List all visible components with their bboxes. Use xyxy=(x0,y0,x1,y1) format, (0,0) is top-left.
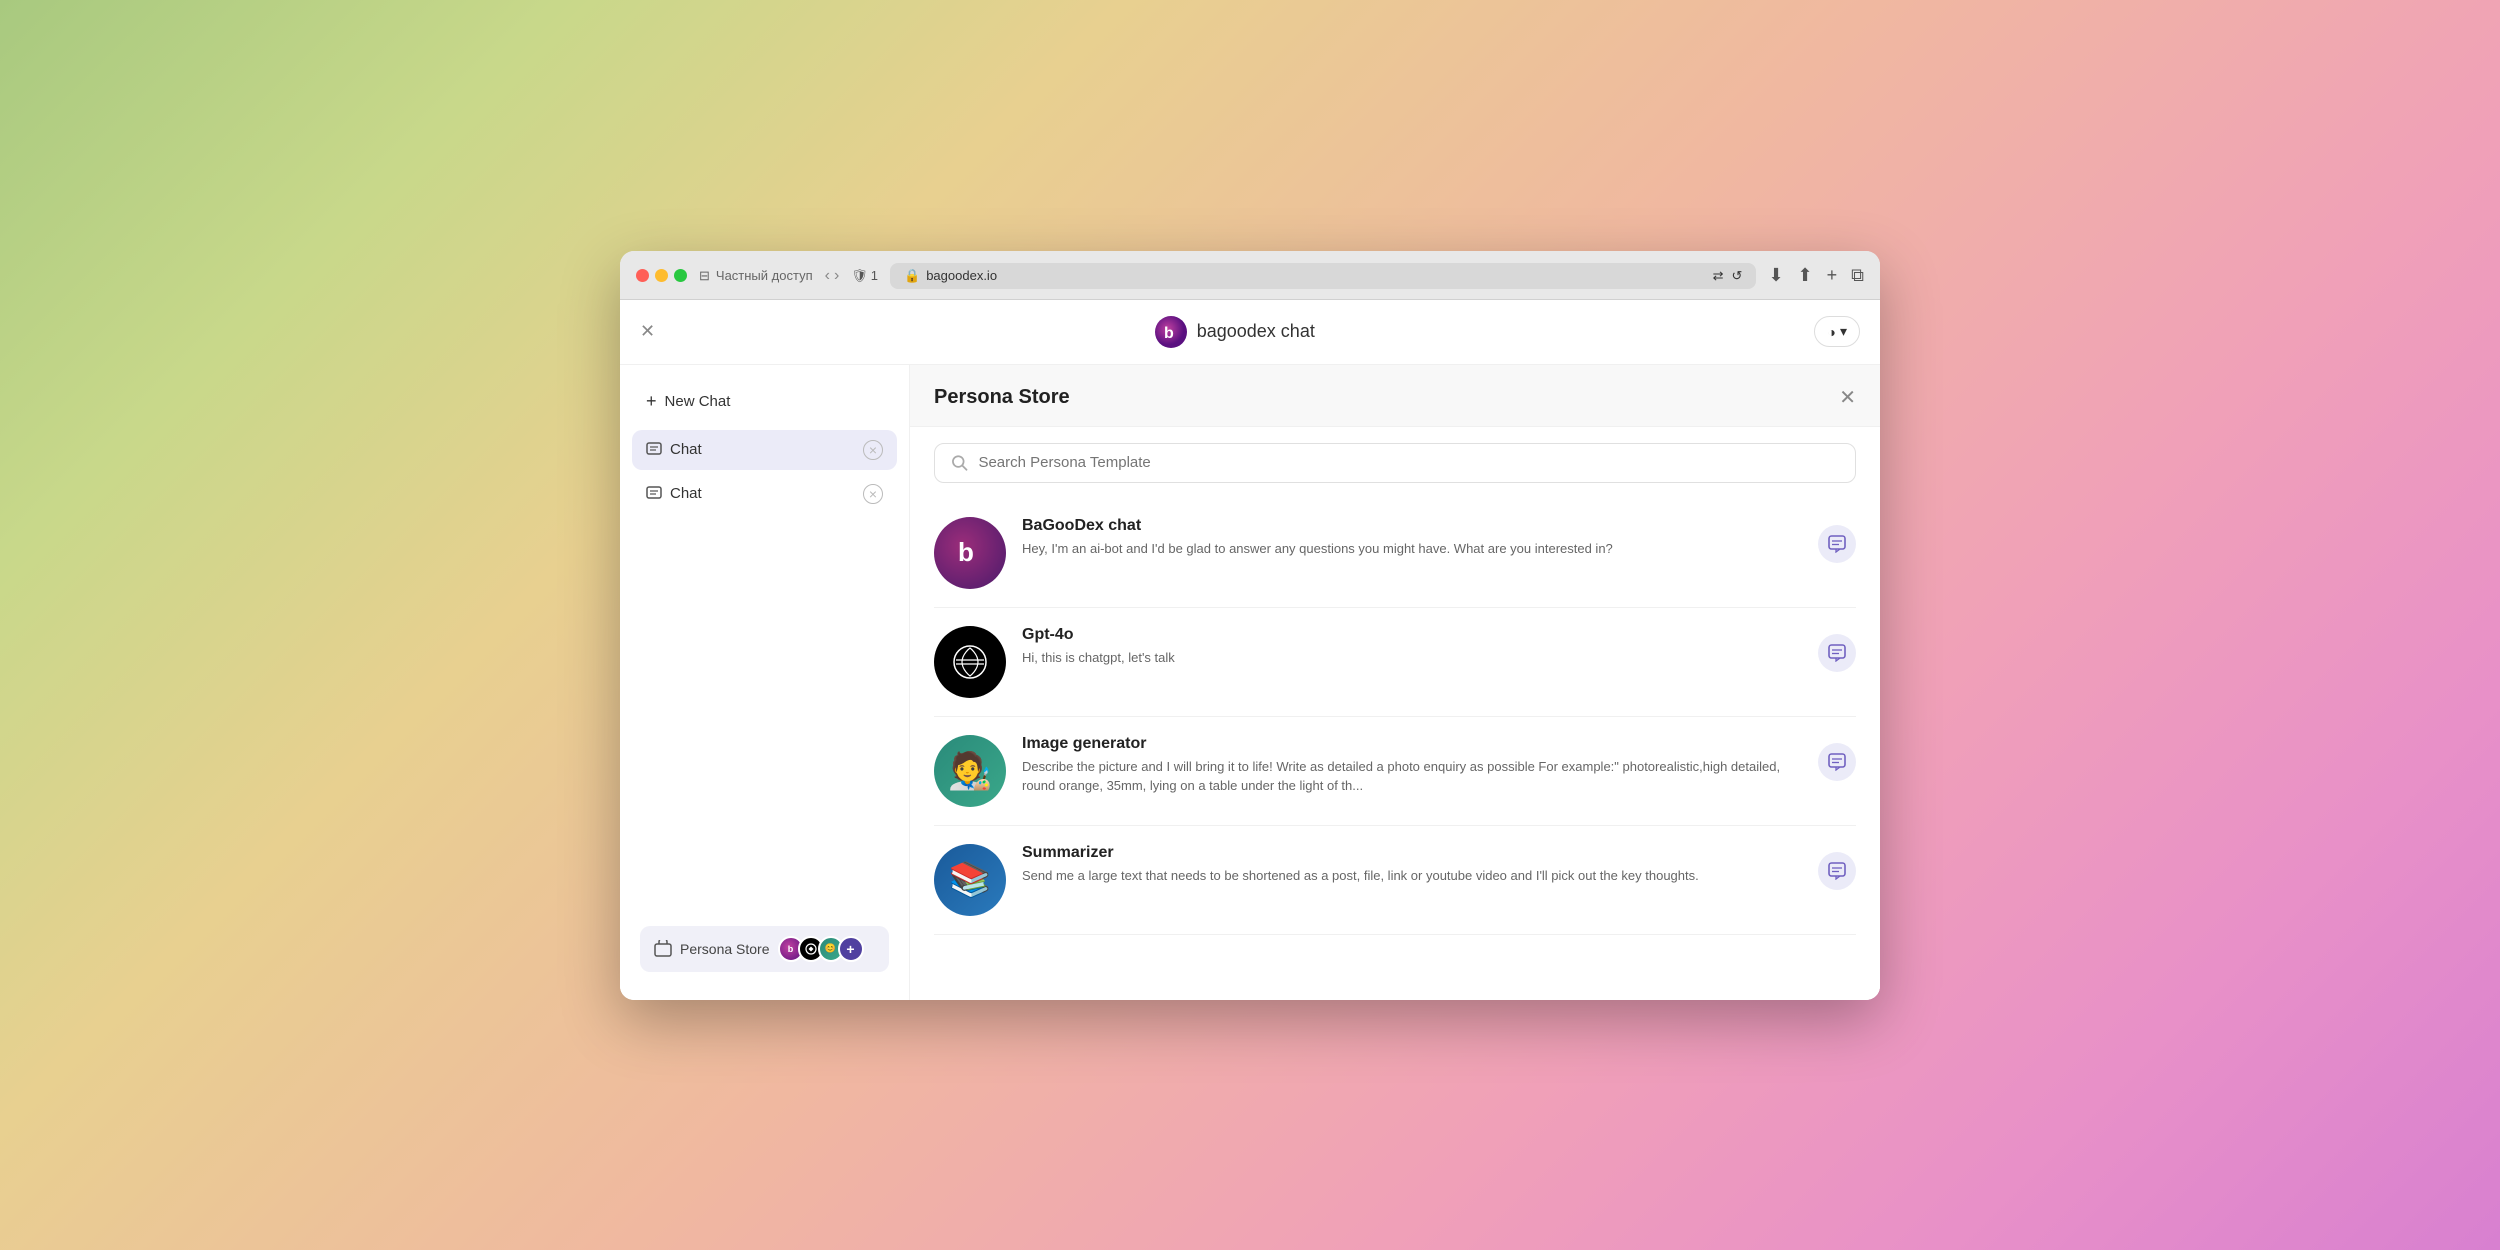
private-label: Частный доступ xyxy=(716,268,813,283)
share-icon[interactable]: ⬆ xyxy=(1798,265,1813,286)
svg-text:b: b xyxy=(958,537,974,567)
panel-header: Persona Store ✕ xyxy=(910,365,1880,427)
persona-avatar-plus[interactable]: + xyxy=(838,936,864,962)
persona-info-bagoodex: BaGooDex chat Hey, I'm an ai-bot and I'd… xyxy=(1022,517,1802,559)
translate-icon[interactable]: ⇄ xyxy=(1713,268,1724,284)
persona-info-gpt: Gpt-4o Hi, this is chatgpt, let's talk xyxy=(1022,626,1802,668)
browser-window: ⊟ Частный доступ ‹ › 🛡 1 🔒 bagoodex.io ⇄… xyxy=(620,251,1880,1000)
persona-start-chat-summarizer[interactable] xyxy=(1818,852,1856,890)
brand-logo-icon: b xyxy=(1155,316,1187,348)
shield-count: 1 xyxy=(871,268,878,283)
persona-desc-gpt: Hi, this is chatgpt, let's talk xyxy=(1022,648,1802,668)
browser-actions: ⬇ ⬆ + ⧉ xyxy=(1768,265,1864,286)
svg-text:b: b xyxy=(1164,325,1174,342)
fullscreen-traffic-light[interactable] xyxy=(674,269,687,282)
summarizer-avatar: 📚 xyxy=(934,844,1006,916)
search-icon xyxy=(951,454,968,472)
list-item: b BaGooDex chat Hey, I'm an ai-bot and I… xyxy=(934,499,1856,608)
persona-start-chat-imggen[interactable] xyxy=(1818,743,1856,781)
lock-icon: 🔒 xyxy=(904,268,920,284)
app-body: + New Chat Chat × xyxy=(620,365,1880,1000)
persona-info-imggen: Image generator Describe the picture and… xyxy=(1022,735,1802,796)
chat-item-left-1: Chat xyxy=(646,441,702,458)
persona-list: b BaGooDex chat Hey, I'm an ai-bot and I… xyxy=(910,499,1880,1000)
new-chat-label: New Chat xyxy=(665,393,731,410)
persona-store-icon xyxy=(654,940,672,958)
persona-store-label: Persona Store xyxy=(680,941,770,957)
chat-item-label-1: Chat xyxy=(670,441,702,458)
tabs-icon[interactable]: ⧉ xyxy=(1851,265,1864,286)
bagoodex-avatar: b xyxy=(934,517,1006,589)
chat-start-icon-summarizer xyxy=(1828,862,1846,880)
chat-bubble-icon-1 xyxy=(646,442,662,458)
theme-icon: ◑ xyxy=(1827,324,1835,340)
panel-title: Persona Store xyxy=(934,386,1070,409)
back-button[interactable]: ‹ xyxy=(825,267,830,285)
theme-toggle-button[interactable]: ◑ ▾ xyxy=(1814,316,1860,347)
panel-close-button[interactable]: ✕ xyxy=(1839,385,1856,410)
sidebar-close-button[interactable]: ✕ xyxy=(640,321,655,342)
list-item: 🧑‍🎨 Image generator Describe the picture… xyxy=(934,717,1856,826)
persona-desc-imggen: Describe the picture and I will bring it… xyxy=(1022,757,1802,796)
chat-start-icon-bagoodex xyxy=(1828,535,1846,553)
app-header: ✕ b bagoodex chat ◑ ▾ xyxy=(620,300,1880,365)
chat-start-icon-gpt xyxy=(1828,644,1846,662)
chat-close-button-2[interactable]: × xyxy=(863,484,883,504)
brand-label: bagoodex chat xyxy=(1197,321,1315,342)
sidebar-toggle-icon[interactable]: ⊟ xyxy=(699,268,710,284)
persona-name-imggen: Image generator xyxy=(1022,735,1802,753)
list-item: Gpt-4o Hi, this is chatgpt, let's talk xyxy=(934,608,1856,717)
persona-store-panel: Persona Store ✕ xyxy=(910,365,1880,1000)
app-container: ✕ b bagoodex chat ◑ ▾ xyxy=(620,300,1880,1000)
shield-badge: 🛡 1 xyxy=(851,268,878,284)
list-item: 📚 Summarizer Send me a large text that n… xyxy=(934,826,1856,935)
new-tab-icon[interactable]: + xyxy=(1827,265,1838,286)
persona-desc-summarizer: Send me a large text that needs to be sh… xyxy=(1022,866,1802,886)
url-bar-right: ⇄ ↺ xyxy=(1713,268,1743,284)
persona-name-summarizer: Summarizer xyxy=(1022,844,1802,862)
theme-arrow-icon: ▾ xyxy=(1840,323,1847,340)
persona-name-gpt: Gpt-4o xyxy=(1022,626,1802,644)
persona-name-bagoodex: BaGooDex chat xyxy=(1022,517,1802,535)
download-icon[interactable]: ⬇ xyxy=(1768,265,1783,286)
browser-chrome: ⊟ Частный доступ ‹ › 🛡 1 🔒 bagoodex.io ⇄… xyxy=(620,251,1880,300)
sidebar-bottom: Persona Store b xyxy=(632,914,897,984)
close-traffic-light[interactable] xyxy=(636,269,649,282)
persona-desc-bagoodex: Hey, I'm an ai-bot and I'd be glad to an… xyxy=(1022,539,1802,559)
chat-item-label-2: Chat xyxy=(670,485,702,502)
forward-button[interactable]: › xyxy=(834,267,839,285)
search-bar[interactable] xyxy=(934,443,1856,483)
nav-arrows: ‹ › xyxy=(825,267,840,285)
traffic-lights xyxy=(636,269,687,282)
reload-icon[interactable]: ↺ xyxy=(1732,268,1743,284)
chat-start-icon-imggen xyxy=(1828,753,1846,771)
gpt-avatar xyxy=(934,626,1006,698)
search-input[interactable] xyxy=(978,454,1839,471)
chat-bubble-icon-2 xyxy=(646,486,662,502)
persona-start-chat-bagoodex[interactable] xyxy=(1818,525,1856,563)
persona-info-summarizer: Summarizer Send me a large text that nee… xyxy=(1022,844,1802,886)
header-brand: b bagoodex chat xyxy=(1155,316,1315,348)
url-text: bagoodex.io xyxy=(926,268,997,283)
new-chat-button[interactable]: + New Chat xyxy=(632,381,897,422)
url-bar[interactable]: 🔒 bagoodex.io ⇄ ↺ xyxy=(890,263,1756,289)
shield-icon: 🛡 xyxy=(851,268,868,284)
sidebar-item-chat-2[interactable]: Chat × xyxy=(632,474,897,514)
chat-close-button-1[interactable]: × xyxy=(863,440,883,460)
sidebar-item-chat-1[interactable]: Chat × xyxy=(632,430,897,470)
main-content: Persona Store ✕ xyxy=(910,365,1880,1000)
chat-item-left-2: Chat xyxy=(646,485,702,502)
browser-toolbar: ⊟ Частный доступ ‹ › 🛡 1 🔒 bagoodex.io ⇄… xyxy=(636,263,1864,289)
minimize-traffic-light[interactable] xyxy=(655,269,668,282)
sidebar: + New Chat Chat × xyxy=(620,365,910,1000)
image-gen-avatar: 🧑‍🎨 xyxy=(934,735,1006,807)
browser-nav: ⊟ Частный доступ xyxy=(699,268,813,284)
persona-store-button[interactable]: Persona Store b xyxy=(640,926,889,972)
persona-avatars: b 😊 + xyxy=(778,936,864,962)
plus-icon: + xyxy=(646,391,657,412)
persona-start-chat-gpt[interactable] xyxy=(1818,634,1856,672)
